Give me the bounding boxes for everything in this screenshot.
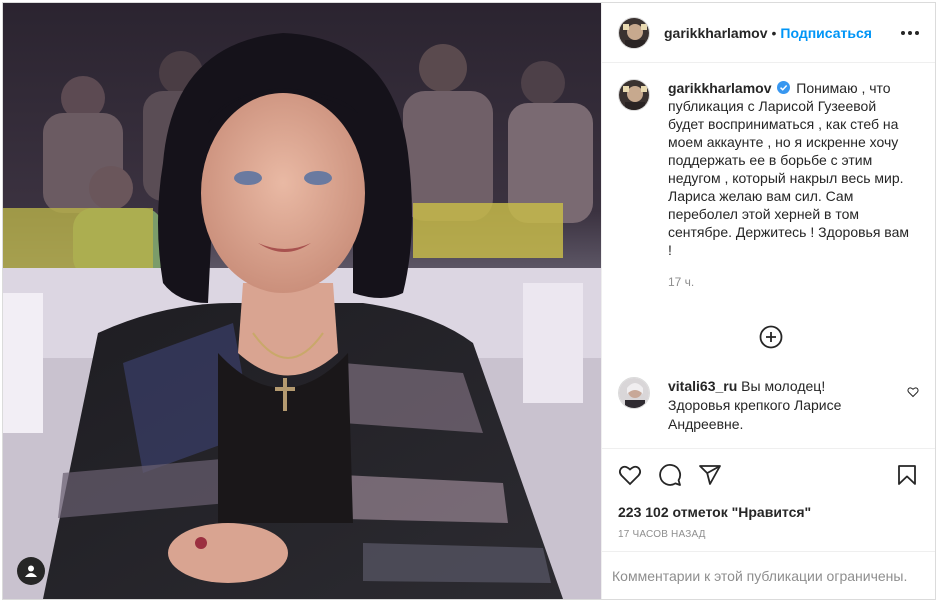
post-photo[interactable] bbox=[3, 3, 601, 599]
author-avatar[interactable] bbox=[618, 16, 650, 49]
comment-like-icon[interactable] bbox=[907, 386, 919, 398]
comment-body: vitali63_ru Вы молодец! Здоровья крепког… bbox=[668, 377, 878, 434]
commenter-avatar[interactable] bbox=[618, 377, 650, 409]
post-caption: garikkharlamov Понимаю , что публикация … bbox=[618, 79, 919, 291]
comments-limited-notice: Комментарии к этой публикации ограничены… bbox=[602, 551, 935, 599]
posted-time[interactable]: 17 ЧАСОВ НАЗАД bbox=[618, 529, 706, 540]
post-header: garikkharlamov • Подписаться bbox=[602, 3, 935, 63]
plus-circle-icon[interactable] bbox=[759, 325, 783, 349]
author-username[interactable]: garikkharlamov bbox=[664, 25, 768, 41]
verified-badge-icon bbox=[777, 81, 791, 94]
user-tag-icon[interactable] bbox=[17, 557, 45, 585]
bookmark-icon[interactable] bbox=[895, 463, 919, 487]
caption-username[interactable]: garikkharlamov bbox=[668, 80, 772, 96]
comment-item: vitali63_ru Вы молодец! Здоровья крепког… bbox=[618, 377, 919, 434]
share-icon[interactable] bbox=[698, 463, 722, 487]
post-panel: garikkharlamov • Подписаться garikkharla… bbox=[601, 3, 935, 599]
action-bar bbox=[618, 457, 919, 493]
follow-button[interactable]: Подписаться bbox=[780, 25, 872, 41]
commenter-username[interactable]: vitali63_ru bbox=[668, 378, 737, 394]
person-icon bbox=[25, 565, 37, 577]
comment-icon[interactable] bbox=[658, 463, 682, 487]
photo-illustration bbox=[3, 3, 601, 599]
comments-section: garikkharlamov Понимаю , что публикация … bbox=[602, 63, 935, 449]
heart-icon[interactable] bbox=[618, 463, 642, 487]
caption-time[interactable]: 17 ч. bbox=[668, 273, 914, 291]
more-options-icon[interactable] bbox=[901, 30, 919, 35]
header-separator: • bbox=[771, 24, 777, 41]
likes-count[interactable]: 223 102 отметок "Нравится" bbox=[618, 504, 811, 520]
caption-text: Понимаю , что публикация с Ларисой Гузее… bbox=[668, 80, 910, 258]
caption-body: garikkharlamov Понимаю , что публикация … bbox=[668, 79, 914, 291]
post-dialog: garikkharlamov • Подписаться garikkharla… bbox=[2, 2, 936, 600]
caption-avatar[interactable] bbox=[618, 79, 650, 111]
